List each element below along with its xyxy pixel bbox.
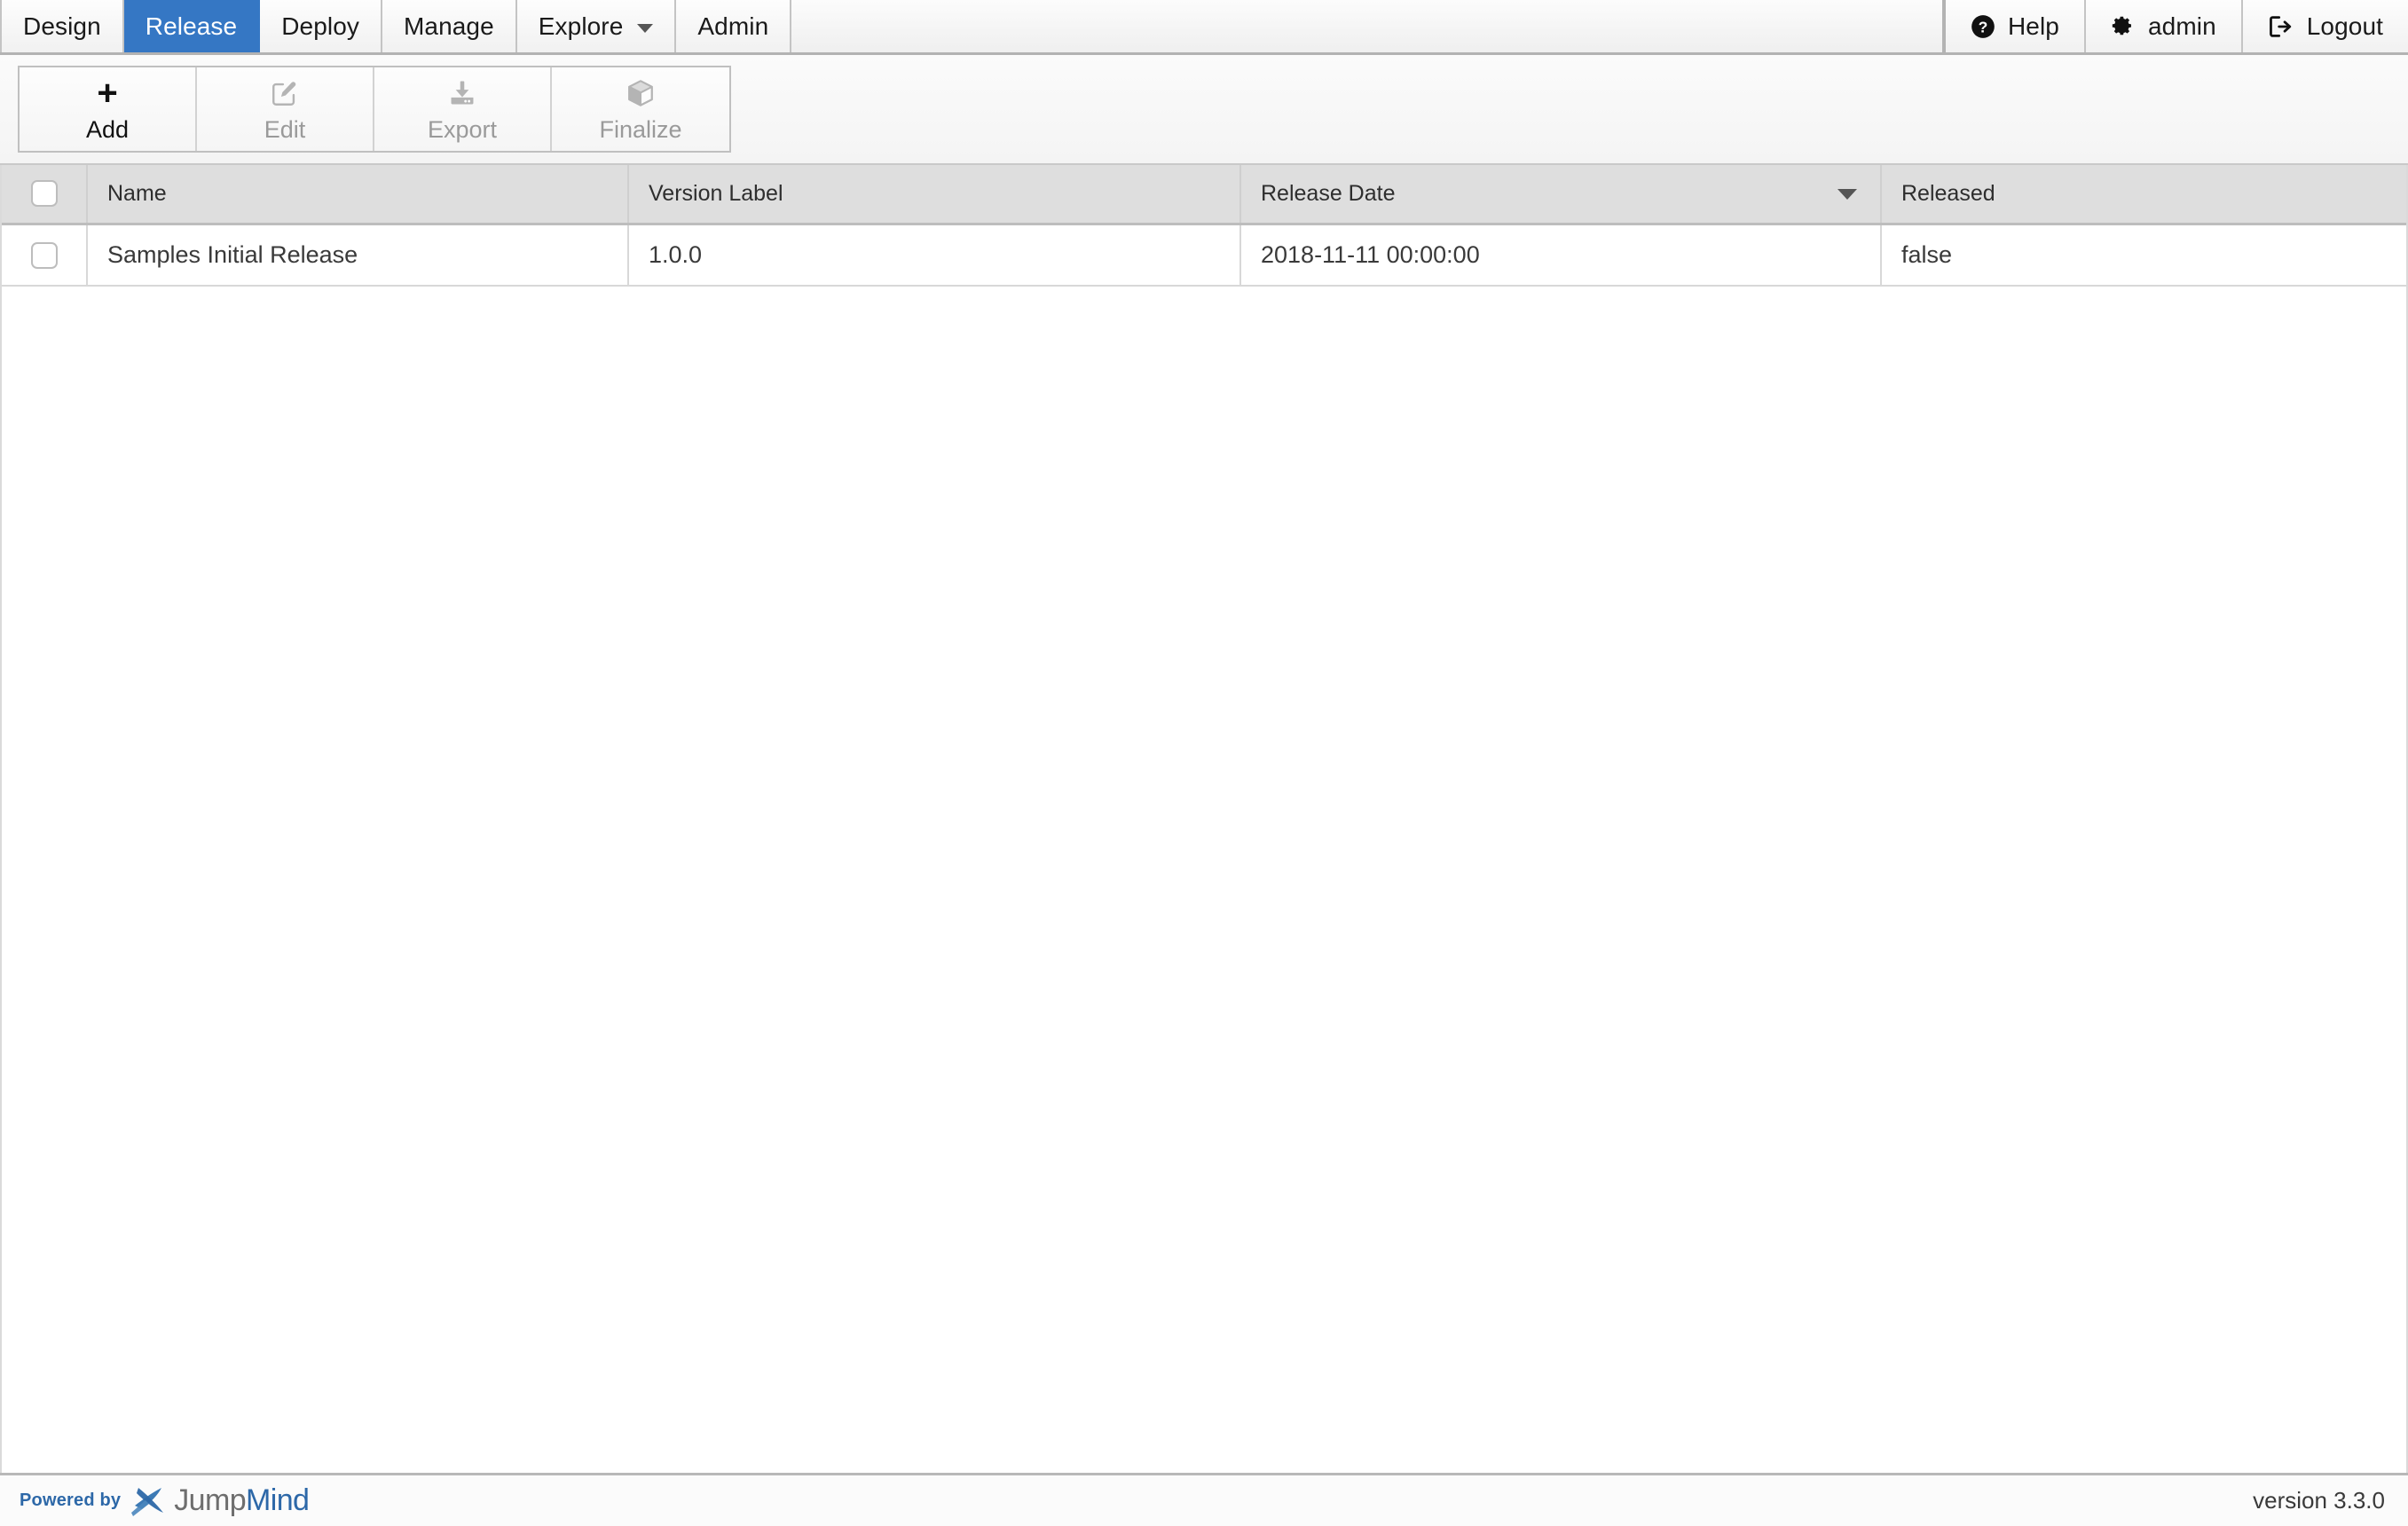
tab-explore-label: Explore <box>538 12 624 40</box>
toolbar-button-group: + Add Edit Export Finalize <box>18 66 731 153</box>
column-release-date-label: Release Date <box>1261 180 1396 206</box>
column-released[interactable]: Released <box>1881 165 2406 225</box>
logout-label: Logout <box>2306 12 2383 40</box>
tab-deploy[interactable]: Deploy <box>260 0 382 52</box>
help-button[interactable]: ? Help <box>1945 0 2086 52</box>
application-window: Design Release Deploy Manage Explore Adm… <box>0 0 2408 1526</box>
plus-icon: + <box>97 73 118 113</box>
pencil-square-icon <box>270 77 300 109</box>
tab-explore[interactable]: Explore <box>516 0 677 52</box>
jumpmind-logo: Powered by Jump Mind <box>20 1483 310 1520</box>
column-released-label: Released <box>1901 180 1995 206</box>
cell-released: false <box>1881 224 2406 287</box>
user-admin-label: admin <box>2147 12 2216 40</box>
edit-button-label: Edit <box>264 115 306 143</box>
cube-icon <box>626 77 656 109</box>
export-button-label: Export <box>427 115 498 143</box>
column-version-label-label: Version Label <box>649 180 783 206</box>
add-button[interactable]: + Add <box>20 67 197 151</box>
tab-release[interactable]: Release <box>123 0 261 52</box>
select-all-checkbox[interactable] <box>30 180 58 208</box>
sort-descending-icon <box>1837 189 1857 201</box>
footer-bar: Powered by Jump Mind version 3.3.0 <box>0 1473 2408 1526</box>
top-navigation-bar: Design Release Deploy Manage Explore Adm… <box>0 0 2408 55</box>
cell-release-date: 2018-11-11 00:00:00 <box>1240 224 1882 287</box>
user-admin-button[interactable]: admin <box>2085 0 2243 52</box>
help-circle-icon: ? <box>1971 14 1995 39</box>
main-menu: Design Release Deploy Manage Explore Adm… <box>0 0 1946 52</box>
release-table: Name Version Label Release Date Released <box>2 165 2406 287</box>
column-release-date[interactable]: Release Date <box>1240 165 1882 225</box>
download-tray-icon <box>447 77 477 109</box>
logout-icon <box>2268 14 2294 39</box>
powered-by-label: Powered by <box>20 1491 122 1510</box>
jumpmind-dart-icon <box>130 1483 169 1520</box>
jumpmind-wordmark: Jump Mind <box>174 1483 310 1518</box>
table-header-row: Name Version Label Release Date Released <box>2 165 2406 225</box>
utility-menu: ? Help admin Logout <box>1945 0 2408 52</box>
table-row[interactable]: Samples Initial Release 1.0.0 2018-11-11… <box>2 224 2406 287</box>
svg-text:?: ? <box>1979 18 1988 35</box>
help-label: Help <box>2007 12 2059 40</box>
tab-admin[interactable]: Admin <box>676 0 792 52</box>
tab-admin-label: Admin <box>697 12 769 40</box>
tab-release-label: Release <box>145 12 238 40</box>
cell-name: Samples Initial Release <box>87 224 629 287</box>
tab-manage[interactable]: Manage <box>382 0 517 52</box>
brand-ind-text: ind <box>270 1483 310 1517</box>
tab-design-label: Design <box>23 12 101 40</box>
finalize-button[interactable]: Finalize <box>552 67 729 151</box>
brand-jump-text: Jump <box>174 1483 247 1517</box>
tab-design[interactable]: Design <box>0 0 124 52</box>
tab-manage-label: Manage <box>403 12 494 40</box>
edit-button[interactable]: Edit <box>197 67 374 151</box>
finalize-button-label: Finalize <box>599 115 682 143</box>
row-checkbox[interactable] <box>30 242 58 270</box>
tab-deploy-label: Deploy <box>281 12 359 40</box>
export-button[interactable]: Export <box>374 67 552 151</box>
version-label: version 3.3.0 <box>2253 1487 2385 1514</box>
menu-filler <box>791 0 1944 52</box>
column-select-all[interactable] <box>2 165 88 225</box>
column-name-label: Name <box>107 180 167 206</box>
cell-version-label: 1.0.0 <box>628 224 1241 287</box>
brand-m-text: M <box>246 1483 271 1517</box>
gear-icon <box>2111 14 2136 39</box>
release-grid-panel: Name Version Label Release Date Released <box>0 165 2408 1473</box>
add-button-label: Add <box>85 115 130 143</box>
row-select-cell[interactable] <box>2 224 88 287</box>
action-toolbar: + Add Edit Export Finalize <box>0 55 2408 165</box>
column-version-label[interactable]: Version Label <box>628 165 1241 225</box>
column-name[interactable]: Name <box>87 165 629 225</box>
chevron-down-icon <box>637 23 654 33</box>
logout-button[interactable]: Logout <box>2242 0 2408 52</box>
grid-empty-area <box>2 287 2406 1473</box>
